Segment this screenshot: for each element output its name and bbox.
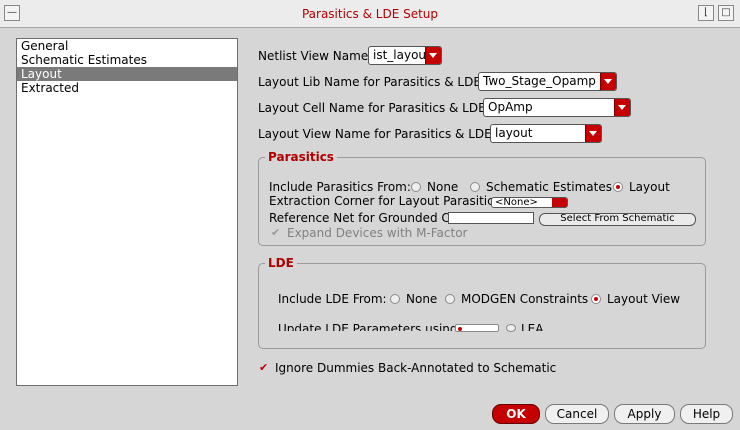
- reference-net-label: Reference Net for Grounded C:: [269, 211, 454, 225]
- lde-none-radio[interactable]: [390, 294, 400, 304]
- sidebar-item-schematic-estimates[interactable]: Schematic Estimates: [17, 53, 237, 67]
- layout-cell-label: Layout Cell Name for Parasitics & LDE:: [258, 101, 490, 115]
- reference-net-input[interactable]: [448, 212, 534, 224]
- maximize-button[interactable]: □: [718, 5, 734, 21]
- layout-view-value: layout: [495, 126, 533, 140]
- update-lde-lea-radio[interactable]: [506, 324, 516, 332]
- ignore-dummies-label: Ignore Dummies Back-Annotated to Schemat…: [275, 361, 557, 375]
- extraction-corner-combo[interactable]: <None>: [491, 197, 568, 208]
- parasitics-group-title: Parasitics: [265, 150, 337, 164]
- parasitics-none-radio[interactable]: [411, 182, 421, 192]
- include-parasitics-label: Include Parasitics From:: [269, 180, 411, 194]
- parasitics-schematic-radio[interactable]: [470, 182, 480, 192]
- chevron-down-icon: [585, 125, 601, 142]
- apply-button[interactable]: Apply: [614, 404, 675, 424]
- parasitics-none-label: None: [427, 180, 459, 194]
- category-list[interactable]: General Schematic Estimates Layout Extra…: [16, 38, 238, 386]
- chevron-down-icon: [614, 99, 630, 116]
- expand-mfactor-label: Expand Devices with M-Factor: [287, 226, 468, 240]
- ok-button[interactable]: OK: [492, 404, 540, 424]
- minimize-button[interactable]: ⌊: [698, 5, 714, 21]
- include-lde-label: Include LDE From:: [278, 292, 387, 306]
- ignore-dummies-checkbox[interactable]: [259, 361, 270, 374]
- chevron-down-icon: [600, 73, 616, 90]
- help-button[interactable]: Help: [680, 404, 733, 424]
- minimize-icon: ⌊: [704, 7, 708, 18]
- lde-none-label: None: [406, 292, 438, 306]
- layout-lib-label: Layout Lib Name for Parasitics & LDE:: [258, 75, 485, 89]
- update-lde-lea-label: LEA: [521, 322, 544, 331]
- sidebar-item-general[interactable]: General: [17, 39, 237, 53]
- lde-modgen-radio[interactable]: [445, 294, 455, 304]
- lde-layout-view-label: Layout View: [607, 292, 681, 306]
- chevron-down-icon: [552, 198, 567, 207]
- layout-view-combo[interactable]: layout: [490, 124, 602, 143]
- sidebar-item-extracted[interactable]: Extracted: [17, 81, 237, 95]
- layout-lib-value: Two_Stage_Opamp: [483, 74, 596, 88]
- parasitics-layout-radio[interactable]: [613, 182, 623, 192]
- parasitics-schematic-label: Schematic Estimates: [486, 180, 612, 194]
- lde-modgen-label: MODGEN Constraints: [461, 292, 589, 306]
- chevron-down-icon: [425, 47, 441, 64]
- window-title: Parasitics & LDE Setup: [301, 7, 439, 21]
- netlist-view-label: Netlist View Name:: [258, 49, 373, 63]
- expand-mfactor-checkbox[interactable]: [271, 226, 282, 239]
- layout-view-label: Layout View Name for Parasitics & LDE:: [258, 127, 496, 141]
- extraction-corner-value: <None>: [495, 197, 538, 208]
- lde-group-title: LDE: [265, 256, 297, 270]
- update-lde-first-radio[interactable]: [455, 324, 499, 332]
- lde-group: [258, 263, 706, 349]
- extraction-corner-label: Extraction Corner for Layout Parasitics:: [269, 194, 505, 208]
- netlist-view-combo[interactable]: ist_layout: [368, 46, 442, 65]
- netlist-view-value: ist_layout: [373, 48, 431, 62]
- layout-cell-value: OpAmp: [488, 100, 533, 114]
- layout-cell-combo[interactable]: OpAmp: [483, 98, 631, 117]
- title-bar: — Parasitics & LDE Setup ⌊ □: [0, 0, 740, 28]
- maximize-icon: □: [721, 7, 731, 18]
- select-from-schematic-button[interactable]: Select From Schematic: [539, 213, 696, 226]
- cancel-button[interactable]: Cancel: [545, 404, 609, 424]
- layout-lib-combo[interactable]: Two_Stage_Opamp: [478, 72, 617, 91]
- lde-layout-view-radio[interactable]: [591, 294, 601, 304]
- update-lde-label: Update LDE Parameters using:: [278, 322, 462, 331]
- sidebar-item-layout[interactable]: Layout: [17, 67, 237, 81]
- parasitics-layout-label: Layout: [629, 180, 670, 194]
